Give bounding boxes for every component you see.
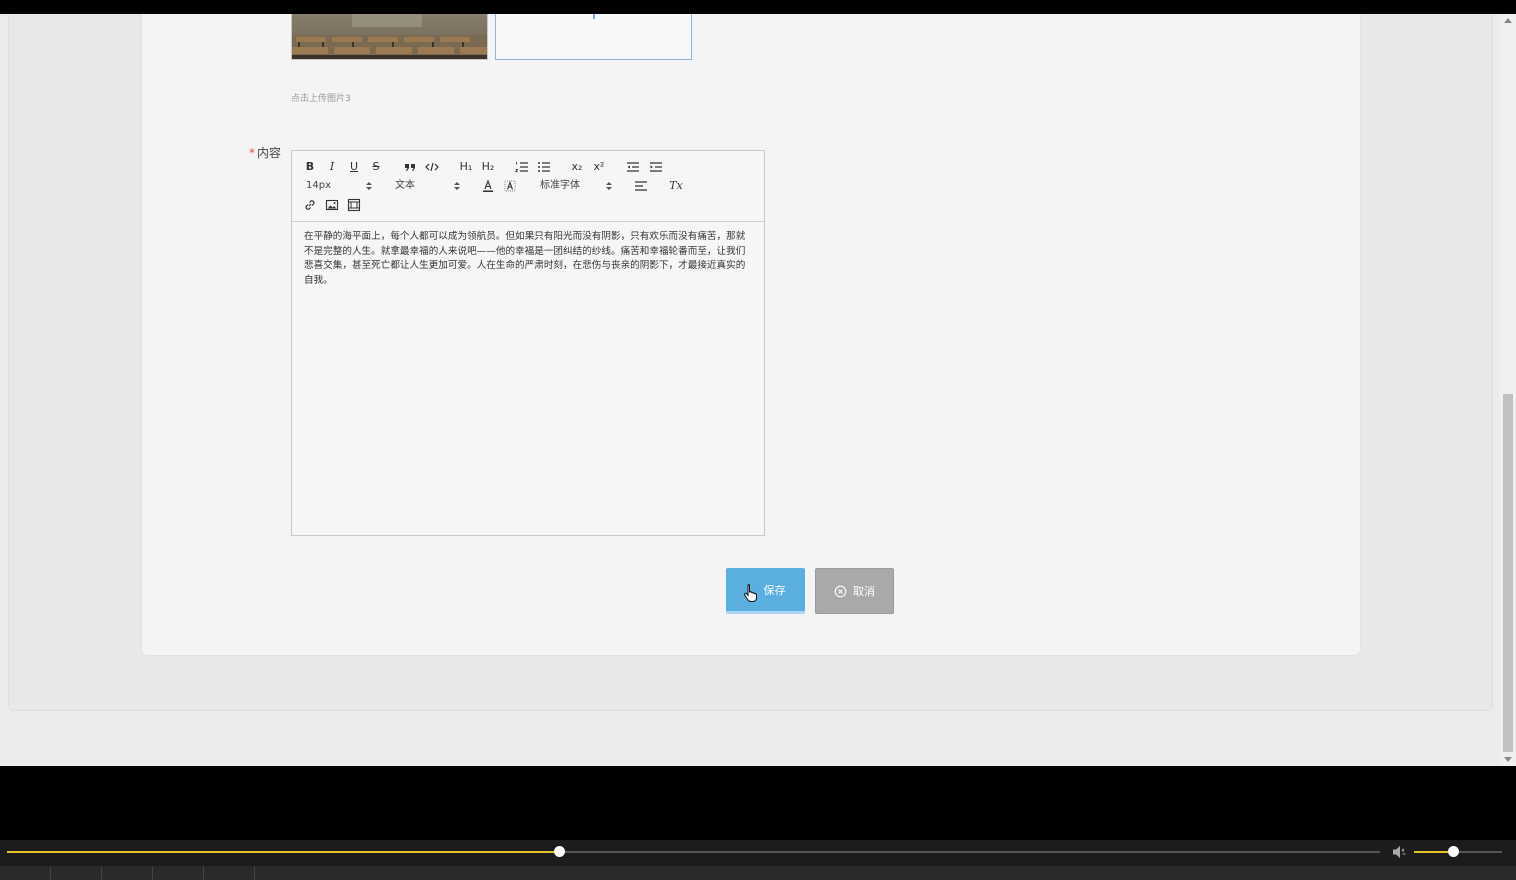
video-insert-button[interactable] <box>347 198 361 212</box>
align-button[interactable] <box>634 179 648 193</box>
volume-handle[interactable] <box>1447 846 1459 857</box>
indent-icon <box>650 162 662 172</box>
rich-text-editor: B I U S H₁ H₂ x₂ x² 14px 文本 标准字体 Tx 在平静的… <box>291 150 765 536</box>
seek-bar[interactable] <box>7 846 1380 857</box>
required-mark: * <box>249 146 255 160</box>
background-color-button[interactable] <box>503 179 517 193</box>
content-label: * 内容 <box>249 144 281 161</box>
image-icon <box>325 199 339 211</box>
save-button-label: 保存 <box>763 583 786 597</box>
taskbar-item[interactable] <box>101 866 153 880</box>
code-icon <box>425 162 439 172</box>
updown-arrow-icon <box>606 182 612 190</box>
text-color-icon <box>483 179 493 192</box>
cancel-button[interactable]: 取消 <box>815 568 894 614</box>
bullet-list-icon <box>538 162 550 172</box>
font-size-value: 14px <box>306 180 331 191</box>
scrollbar-thumb[interactable] <box>1503 394 1513 752</box>
content-label-text: 内容 <box>257 146 282 160</box>
taskbar-item[interactable] <box>203 866 255 880</box>
volume-slider[interactable] <box>1414 846 1502 857</box>
uploaded-image-thumbnail[interactable] <box>291 14 488 60</box>
superscript-button[interactable]: x² <box>591 160 607 174</box>
clean-format-button[interactable]: Tx <box>668 179 684 193</box>
editor-content-area[interactable]: 在平静的海平面上，每个人都可以成为领航员。但如果只有阳光而没有阴影，只有欢乐而没… <box>292 222 764 296</box>
outdent-button[interactable] <box>626 160 640 174</box>
strike-button[interactable]: S <box>370 160 382 174</box>
header-picker-value: 文本 <box>395 180 415 191</box>
background-color-icon <box>504 180 516 192</box>
quote-icon <box>405 164 415 171</box>
video-icon <box>347 198 361 212</box>
link-button[interactable] <box>303 198 317 212</box>
volume-level <box>1414 851 1453 853</box>
taskbar-item[interactable] <box>0 866 51 880</box>
code-block-button[interactable] <box>425 160 439 174</box>
header1-button[interactable]: H₁ <box>458 160 474 174</box>
upload-hint: 点击上传图片3 <box>291 94 351 104</box>
subscript-button[interactable]: x₂ <box>569 160 585 174</box>
updown-arrow-icon <box>454 182 460 190</box>
font-size-picker[interactable]: 14px <box>306 179 372 193</box>
font-family-picker[interactable]: 标准字体 <box>540 179 616 193</box>
align-left-icon <box>635 181 647 191</box>
taskbar-item[interactable] <box>50 866 102 880</box>
text-color-button[interactable] <box>481 179 495 193</box>
plus-icon <box>593 14 595 19</box>
vertical-scrollbar[interactable] <box>1500 14 1516 766</box>
close-circle-icon <box>834 585 847 597</box>
ordered-list-icon <box>515 162 528 172</box>
scroll-up-arrow-icon[interactable] <box>1504 18 1512 23</box>
save-button[interactable]: 保存 <box>726 568 805 614</box>
header2-button[interactable]: H₂ <box>480 160 496 174</box>
updown-arrow-icon <box>366 182 372 190</box>
link-icon <box>305 200 315 210</box>
outdent-icon <box>627 162 639 172</box>
bullet-list-button[interactable] <box>537 160 551 174</box>
ordered-list-button[interactable] <box>515 160 529 174</box>
cancel-button-label: 取消 <box>853 585 875 598</box>
header-picker[interactable]: 文本 <box>395 179 461 193</box>
blockquote-button[interactable] <box>403 160 417 174</box>
volume-muted-icon[interactable] <box>1392 845 1408 859</box>
editor-toolbar: B I U S H₁ H₂ x₂ x² 14px 文本 标准字体 Tx <box>292 151 764 222</box>
scroll-down-arrow-icon[interactable] <box>1504 757 1512 762</box>
hand-cursor-icon <box>744 584 757 602</box>
image-upload-button[interactable] <box>495 14 692 60</box>
taskbar-strip <box>0 866 1516 880</box>
bold-button[interactable]: B <box>304 160 316 174</box>
italic-button[interactable]: I <box>326 160 338 174</box>
underline-button[interactable]: U <box>348 160 360 174</box>
seek-handle[interactable] <box>553 846 565 857</box>
page-viewport: 点击上传图片3 * 内容 B I U S H₁ H₂ x₂ x² 14px 文本… <box>0 14 1500 766</box>
indent-button[interactable] <box>649 160 663 174</box>
image-insert-button[interactable] <box>325 198 339 212</box>
taskbar-item[interactable] <box>152 866 204 880</box>
font-family-value: 标准字体 <box>540 180 580 191</box>
seek-progress <box>7 851 559 853</box>
